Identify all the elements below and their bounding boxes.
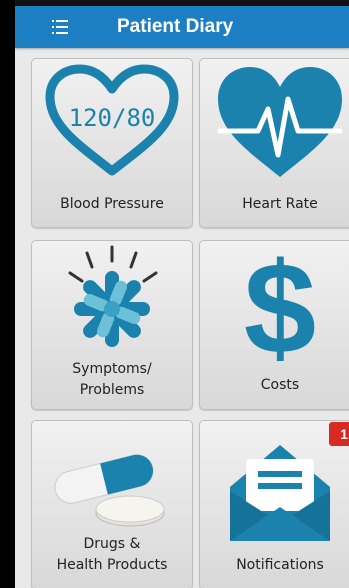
tile-label: Notifications: [236, 557, 324, 573]
capsule-tablet-icon: [54, 454, 165, 527]
tile-label-line-2: Health Products: [56, 557, 168, 573]
heart-rate-icon: [217, 67, 343, 177]
tile-costs[interactable]: $ Costs: [199, 240, 349, 410]
tile-notifications[interactable]: Notifications: [199, 420, 349, 588]
tile-label: Heart Rate: [242, 196, 318, 212]
menu-icon[interactable]: [52, 20, 68, 34]
page-title: Patient Diary: [117, 16, 234, 37]
tile-label: Costs: [260, 377, 300, 393]
pills-burst-icon: [68, 245, 158, 347]
tile-label: Blood Pressure: [60, 196, 164, 212]
blood-pressure-icon-text: 120/80: [69, 104, 156, 132]
heart-outline-icon: 120/80: [45, 64, 179, 176]
notification-count-badge: 1: [329, 422, 349, 446]
envelope-icon: [230, 445, 330, 541]
svg-text:$: $: [244, 241, 316, 361]
tile-label-line-1: Drugs &: [83, 536, 141, 552]
tile-heart-rate[interactable]: Heart Rate: [199, 58, 349, 228]
app-screen: Patient Diary 120/80 Blood Pressure Hear…: [15, 0, 349, 588]
tile-drugs-health-products[interactable]: Drugs & Health Products: [31, 420, 193, 588]
tile-label-line-1: Symptoms/: [72, 361, 152, 377]
tile-symptoms-problems[interactable]: Symptoms/ Problems: [31, 240, 193, 410]
app-bar: Patient Diary: [15, 6, 349, 48]
tile-label-line-2: Problems: [79, 382, 145, 398]
dollar-icon: $: [244, 241, 316, 361]
tile-blood-pressure[interactable]: 120/80 Blood Pressure: [31, 58, 193, 228]
